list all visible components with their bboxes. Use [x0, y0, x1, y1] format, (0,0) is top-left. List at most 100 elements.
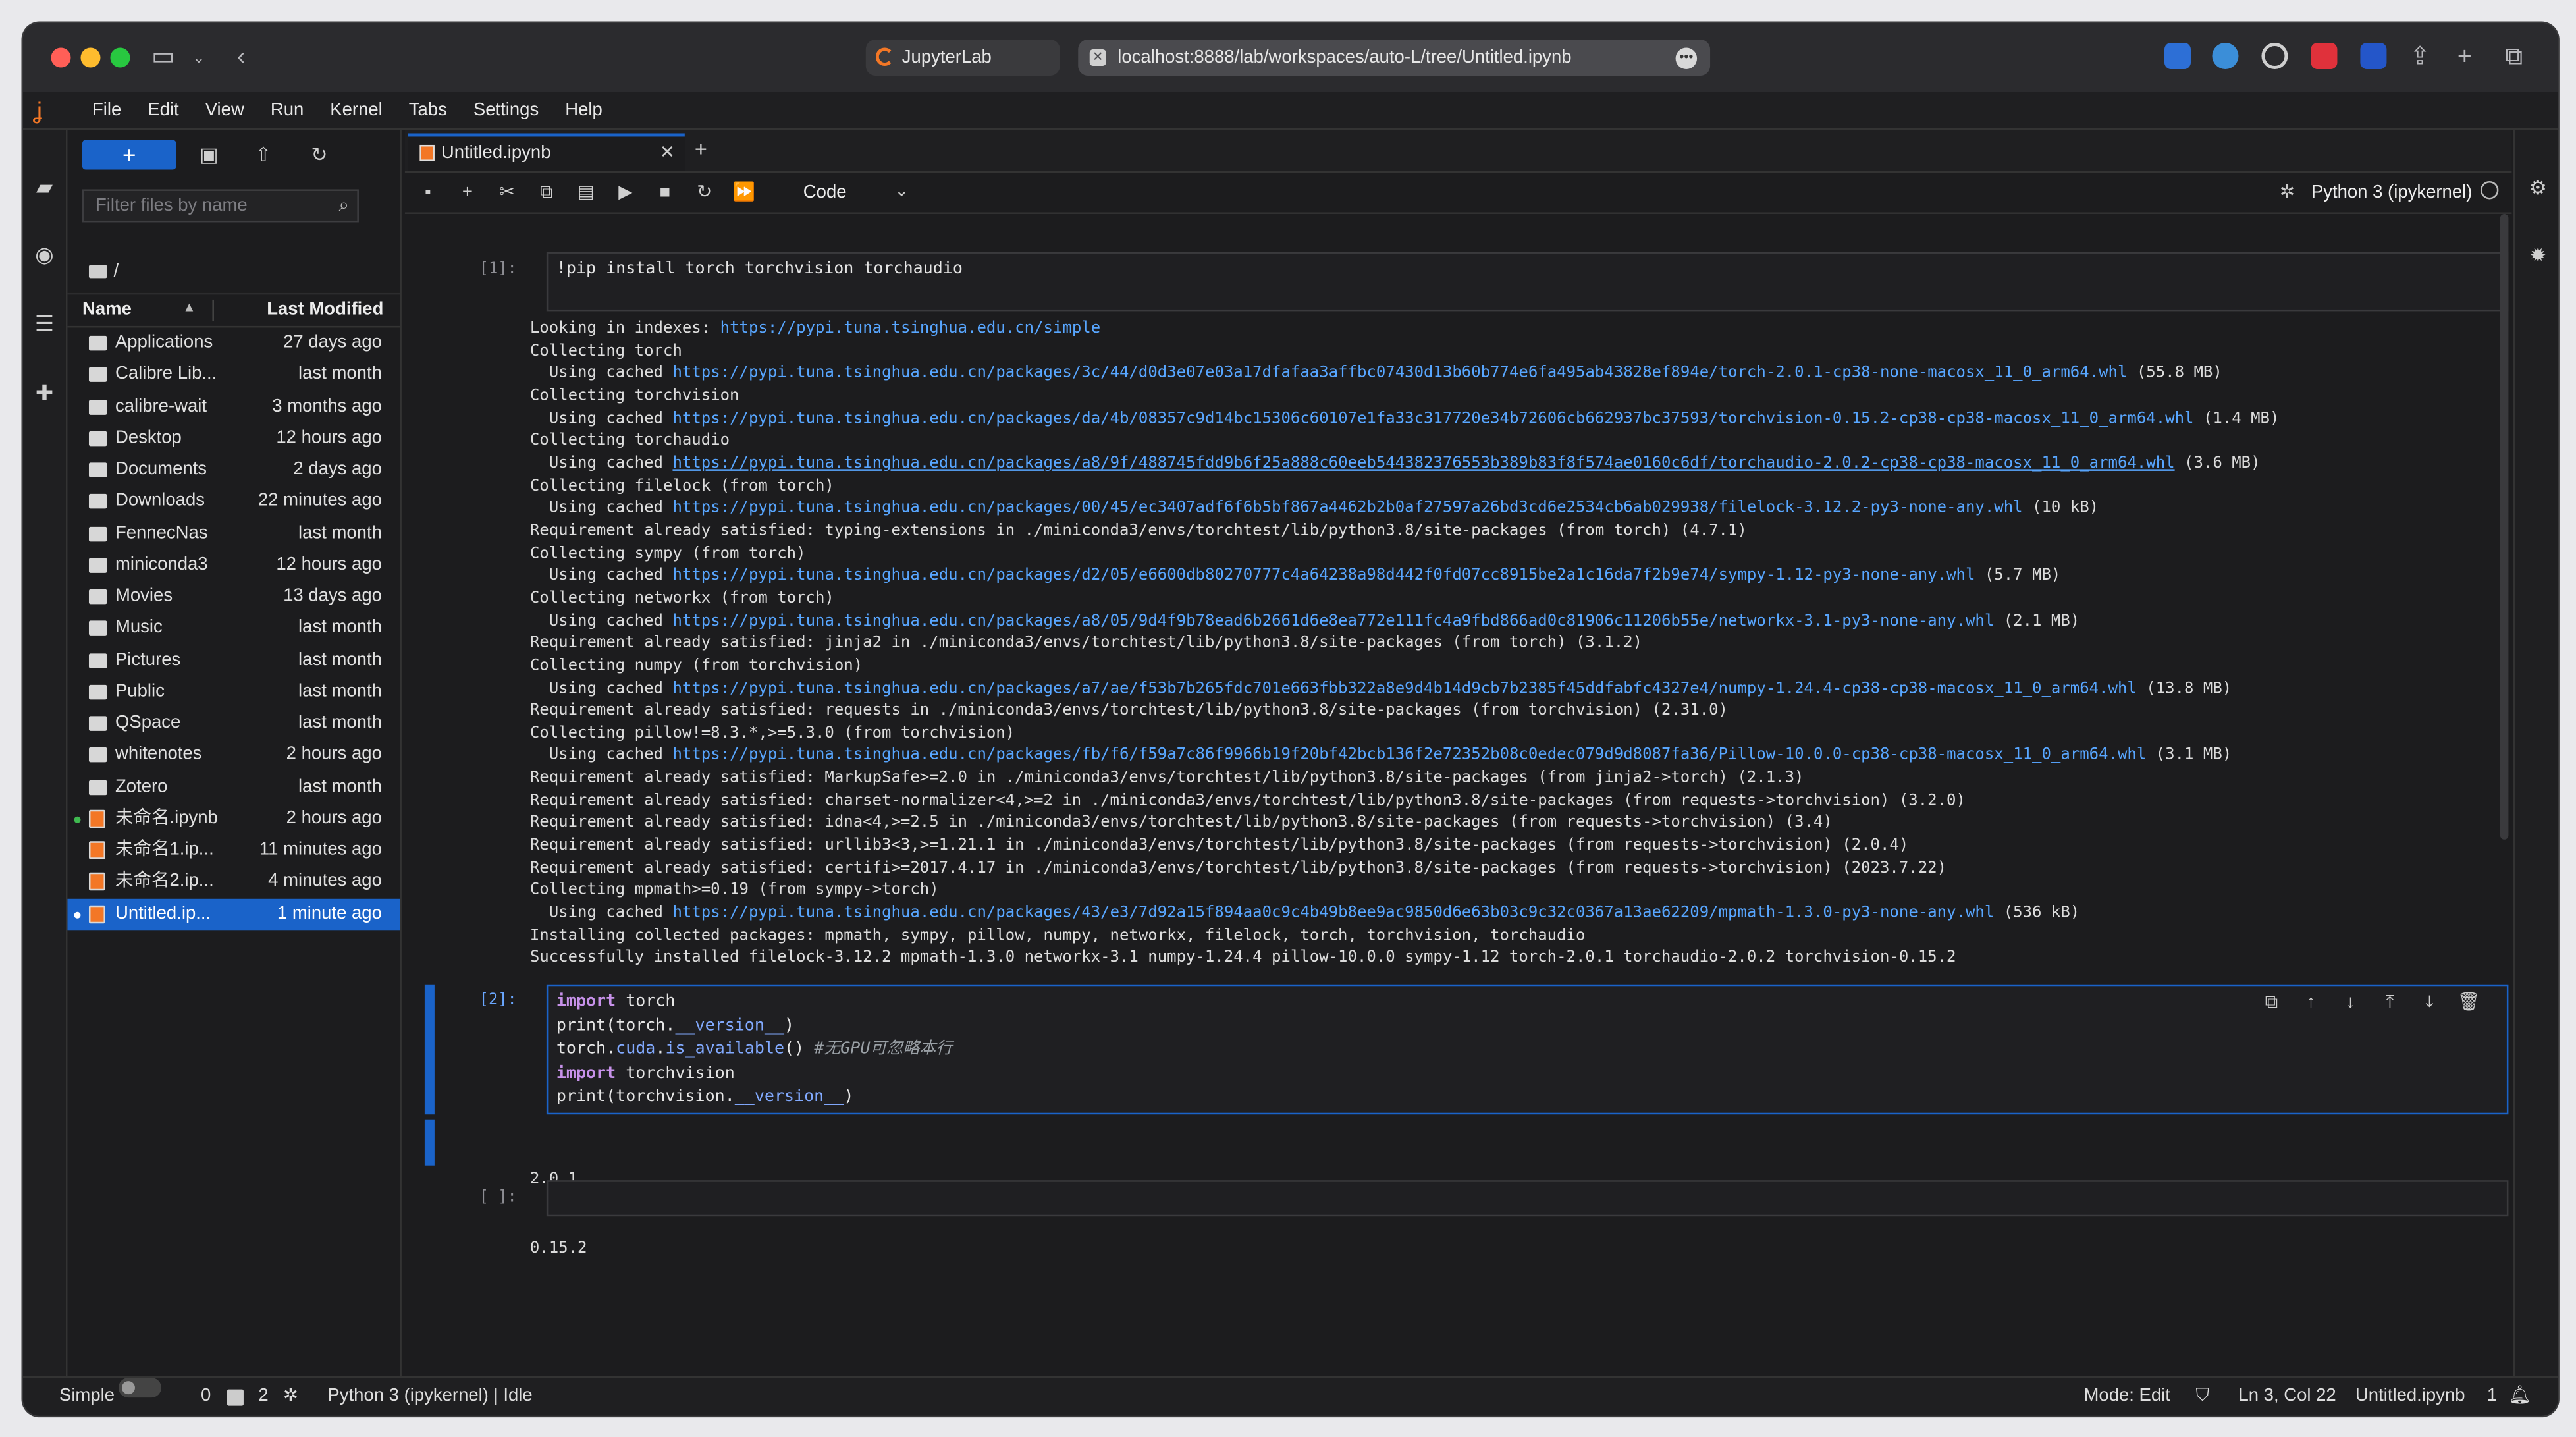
new-launcher-button[interactable]: + — [82, 140, 176, 170]
property-inspector-icon[interactable]: ⚙ — [2525, 175, 2551, 201]
package-link[interactable]: https://pypi.tuna.tsinghua.edu.cn/packag… — [672, 746, 2146, 764]
extension-shield-icon[interactable] — [2311, 42, 2338, 69]
kernel-status[interactable]: Python 3 (ipykernel) | Idle — [327, 1378, 532, 1415]
move-up-icon[interactable]: ↑ — [2297, 989, 2324, 1016]
extensions-icon[interactable]: ✚ — [31, 380, 57, 406]
package-link[interactable]: https://pypi.tuna.tsinghua.edu.cn/packag… — [672, 454, 2174, 472]
extension-bot-icon[interactable] — [2212, 42, 2239, 69]
notification-count[interactable]: 1 — [2487, 1378, 2497, 1415]
file-row[interactable]: 未命名2.ip... 4 minutes ago — [67, 866, 400, 898]
code-cell-input[interactable] — [546, 1180, 2509, 1217]
package-link[interactable]: https://pypi.tuna.tsinghua.edu.cn/packag… — [672, 679, 2136, 697]
code-cell-input[interactable]: import torch print(torch.__version__) torc… — [546, 984, 2509, 1115]
tab-untitled-ipynb[interactable]: Untitled.ipynb ✕ — [408, 133, 685, 171]
package-link[interactable]: https://pypi.tuna.tsinghua.edu.cn/packag… — [672, 409, 2193, 427]
file-row[interactable]: Zotero last month — [67, 771, 400, 803]
browser-tab-jupyterlab[interactable]: JupyterLab — [865, 39, 1060, 76]
extension-openai-icon[interactable] — [2261, 42, 2288, 69]
menu-tabs[interactable]: Tabs — [396, 92, 460, 128]
column-header-name[interactable]: Name — [82, 300, 132, 319]
extension-bitwarden-icon[interactable] — [2360, 42, 2387, 69]
menu-run[interactable]: Run — [257, 92, 317, 128]
tab-overview-icon[interactable]: ⧉ — [2505, 43, 2523, 72]
file-row[interactable]: Downloads 22 minutes ago — [67, 486, 400, 518]
bell-icon[interactable]: 🔔︎ — [2508, 1378, 2531, 1415]
package-link[interactable]: https://pypi.tuna.tsinghua.edu.cn/packag… — [672, 364, 2127, 382]
debugger-icon[interactable]: ✹ — [2525, 242, 2551, 268]
column-header-modified[interactable]: Last Modified — [212, 299, 383, 321]
file-row[interactable]: Applications 27 days ago — [67, 327, 400, 359]
menu-kernel[interactable]: Kernel — [317, 92, 395, 128]
minimize-window-button[interactable] — [80, 47, 101, 68]
package-link[interactable]: https://pypi.tuna.tsinghua.edu.cn/packag… — [672, 612, 1994, 630]
file-row[interactable]: whitenotes 2 hours ago — [67, 740, 400, 771]
filter-input[interactable]: Filter files by name ⌕ — [82, 189, 359, 223]
scrollbar-thumb[interactable] — [2500, 213, 2509, 840]
file-row[interactable]: Music last month — [67, 612, 400, 644]
file-row[interactable]: miniconda3 12 hours ago — [67, 549, 400, 581]
new-tab-icon[interactable]: + — [2457, 43, 2472, 72]
close-window-button[interactable] — [51, 47, 71, 68]
file-row[interactable]: Public last month — [67, 676, 400, 708]
address-bar[interactable]: ✕ localhost:8888/lab/workspaces/auto-L/t… — [1078, 39, 1711, 76]
package-link[interactable]: https://pypi.tuna.tsinghua.edu.cn/packag… — [672, 904, 1994, 921]
close-tab-icon[interactable]: ✕ — [1089, 49, 1106, 66]
file-row[interactable]: 未命名.ipynb 2 hours ago — [67, 803, 400, 834]
share-icon[interactable]: ⇪ — [2409, 43, 2430, 72]
file-row[interactable]: QSpace last month — [67, 708, 400, 740]
new-folder-icon[interactable]: ▣ — [192, 140, 225, 169]
file-row[interactable]: Documents 2 days ago — [67, 454, 400, 486]
file-row[interactable]: FennecNas last month — [67, 518, 400, 549]
cut-icon[interactable]: ✂ — [494, 179, 520, 205]
cursor-position[interactable]: Ln 3, Col 22 — [2238, 1378, 2336, 1415]
insert-cell-icon[interactable]: + — [454, 179, 481, 205]
menu-edit[interactable]: Edit — [134, 92, 192, 128]
file-row[interactable]: Calibre Lib... last month — [67, 360, 400, 391]
menu-help[interactable]: Help — [552, 92, 616, 128]
file-row[interactable]: 未命名1.ip... 11 minutes ago — [67, 834, 400, 866]
file-row[interactable]: Pictures last month — [67, 645, 400, 676]
copy-icon[interactable]: ⧉ — [533, 179, 560, 205]
gear-icon[interactable]: ✲ — [2280, 182, 2295, 202]
menu-file[interactable]: File — [79, 92, 134, 128]
cell-type-select[interactable]: Code ⌄ — [803, 179, 909, 205]
running-icon[interactable]: ◉ — [31, 242, 57, 268]
package-link[interactable]: https://pypi.tuna.tsinghua.edu.cn/packag… — [672, 499, 2022, 517]
zoom-window-button[interactable] — [110, 47, 130, 68]
chevron-down-icon[interactable]: ⌄ — [192, 43, 205, 72]
code-cell-input[interactable]: !pip install torch torchvision torchaudi… — [546, 252, 2509, 312]
duplicate-cell-icon[interactable]: ⧉ — [2258, 989, 2284, 1016]
breadcrumb[interactable]: / — [88, 261, 119, 281]
kernel-indicator[interactable]: ✲ Python 3 (ipykernel) — [2280, 179, 2499, 205]
package-link[interactable]: https://pypi.tuna.tsinghua.edu.cn/simple — [720, 319, 1101, 337]
menu-view[interactable]: View — [192, 92, 257, 128]
close-icon[interactable]: ✕ — [660, 136, 675, 169]
package-link[interactable]: https://pypi.tuna.tsinghua.edu.cn/packag… — [672, 566, 1975, 584]
terminal-count[interactable]: 0 — [201, 1378, 211, 1415]
table-of-contents-icon[interactable]: ☰ — [31, 311, 57, 337]
file-row[interactable]: Desktop 12 hours ago — [67, 423, 400, 454]
save-icon[interactable]: ▪ — [415, 179, 441, 205]
back-icon[interactable]: ‹ — [237, 43, 245, 72]
insert-below-icon[interactable]: ⤓ — [2416, 989, 2442, 1016]
sidebar-toggle-icon[interactable]: ▭ — [151, 43, 174, 72]
folder-icon[interactable]: ▰ — [31, 175, 57, 201]
fast-forward-icon[interactable]: ⏩ — [731, 179, 757, 205]
insert-above-icon[interactable]: ⤒ — [2376, 989, 2403, 1016]
paste-icon[interactable]: ▤ — [573, 179, 599, 205]
delete-cell-icon[interactable]: 🗑 — [2455, 989, 2482, 1016]
scrollbar[interactable] — [2497, 213, 2511, 1376]
stop-icon[interactable]: ■ — [652, 179, 678, 205]
more-icon[interactable]: ••• — [1675, 47, 1698, 69]
new-tab-icon[interactable]: + — [695, 136, 707, 161]
file-row[interactable]: calibre-wait 3 months ago — [67, 391, 400, 423]
restart-icon[interactable]: ↻ — [691, 179, 718, 205]
kernel-count[interactable]: 2 — [258, 1378, 268, 1415]
move-down-icon[interactable]: ↓ — [2337, 989, 2363, 1016]
extension-window-icon[interactable] — [2164, 42, 2191, 69]
file-row[interactable]: Movies 13 days ago — [67, 581, 400, 612]
run-icon[interactable]: ▶ — [612, 179, 639, 205]
menu-settings[interactable]: Settings — [460, 92, 552, 128]
refresh-icon[interactable]: ↻ — [303, 140, 336, 169]
file-row[interactable]: Untitled.ip... 1 minute ago — [67, 898, 400, 930]
